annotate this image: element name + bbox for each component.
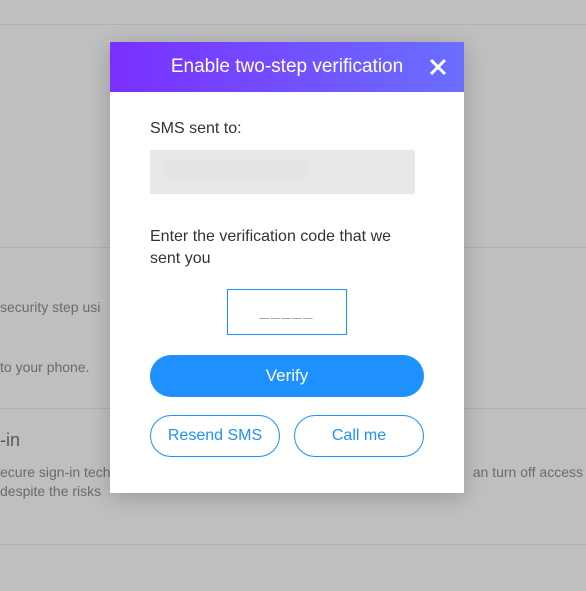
- modal-header: Enable two-step verification: [110, 42, 464, 92]
- phone-number-display: [150, 150, 415, 194]
- close-icon: [429, 58, 447, 76]
- code-input-wrapper: [150, 289, 424, 335]
- call-me-button[interactable]: Call me: [294, 415, 424, 457]
- sms-sent-label: SMS sent to:: [150, 120, 424, 138]
- modal-body: SMS sent to: Enter the verification code…: [110, 92, 464, 493]
- secondary-actions: Resend SMS Call me: [150, 415, 424, 457]
- verification-code-input[interactable]: [227, 289, 347, 335]
- resend-sms-button[interactable]: Resend SMS: [150, 415, 280, 457]
- verify-button[interactable]: Verify: [150, 355, 424, 397]
- phone-number-redacted: [166, 160, 306, 180]
- two-step-verification-modal: Enable two-step verification SMS sent to…: [110, 42, 464, 493]
- close-button[interactable]: [426, 55, 450, 79]
- modal-title: Enable two-step verification: [171, 56, 403, 78]
- enter-code-label: Enter the verification code that we sent…: [150, 226, 424, 271]
